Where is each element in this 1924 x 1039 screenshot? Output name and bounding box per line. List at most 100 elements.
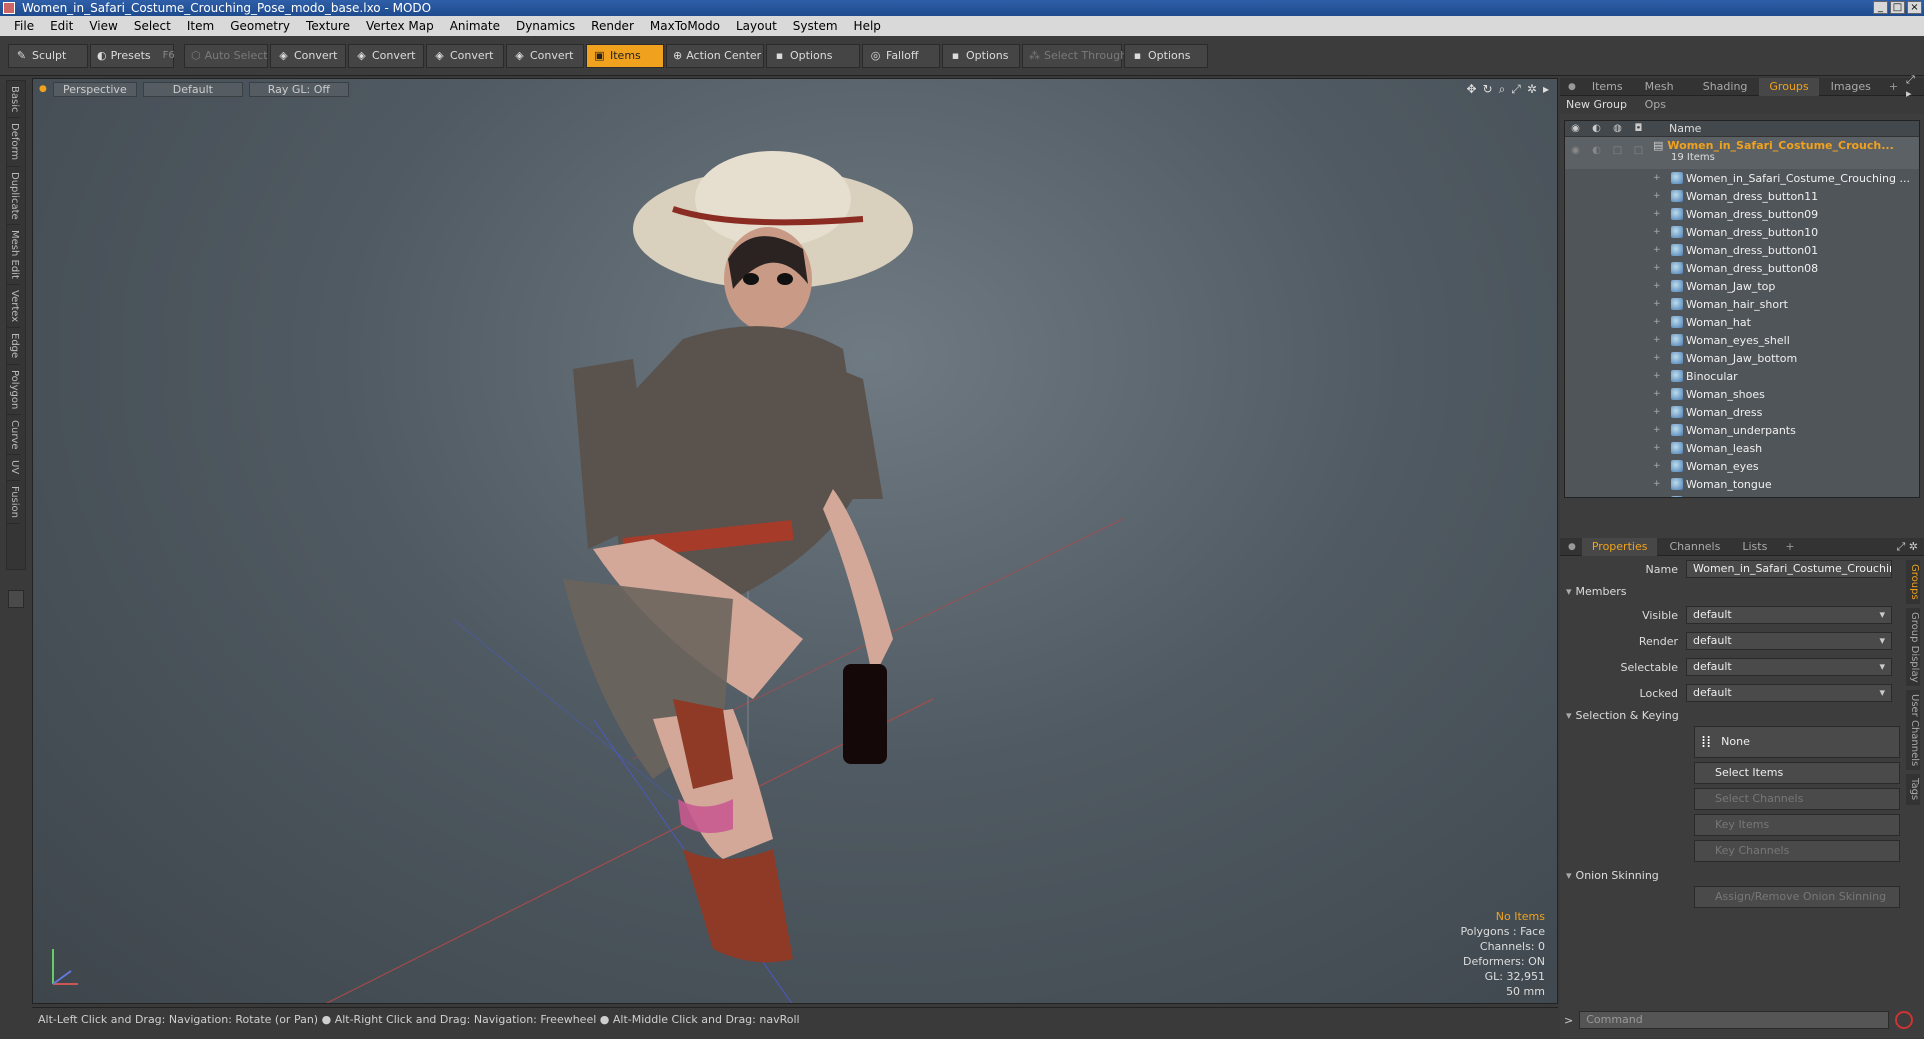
render-icon[interactable]: ◐ bbox=[1586, 123, 1607, 134]
tab-shading[interactable]: Shading bbox=[1693, 78, 1758, 96]
expand-arrow-icon[interactable]: + bbox=[1653, 299, 1671, 309]
panel-menu-icon[interactable]: ● bbox=[1564, 82, 1580, 92]
group-member-row[interactable]: + Woman_dress_button09 bbox=[1565, 205, 1919, 223]
group-member-row[interactable]: + Woman_dress_button08 bbox=[1565, 259, 1919, 277]
falloff-options-button[interactable]: ▪ Options bbox=[942, 43, 1020, 68]
viewport-menu-icon[interactable]: ● bbox=[39, 84, 47, 94]
menu-select[interactable]: Select bbox=[126, 19, 179, 33]
select-icon[interactable]: ◍ bbox=[1607, 123, 1628, 134]
expand-arrow-icon[interactable]: + bbox=[1653, 479, 1671, 489]
none-selection-button[interactable]: ⁞⁞ None bbox=[1694, 726, 1900, 758]
tab-fusion[interactable]: Fusion bbox=[7, 481, 20, 524]
expand-arrow-icon[interactable]: + bbox=[1653, 389, 1671, 399]
group-name-field[interactable]: Women_in_Safari_Costume_Crouching_F bbox=[1686, 560, 1892, 578]
minimize-button[interactable]: _ bbox=[1873, 1, 1888, 14]
onion-skinning-section[interactable]: ▾ Onion Skinning bbox=[1560, 866, 1900, 886]
expand-arrow-icon[interactable]: + bbox=[1653, 317, 1671, 327]
key-items-button[interactable]: Key Items bbox=[1694, 814, 1900, 836]
menu-item[interactable]: Item bbox=[179, 19, 222, 33]
tab-uv[interactable]: UV bbox=[7, 455, 20, 481]
close-button[interactable]: × bbox=[1907, 1, 1922, 14]
group-row[interactable]: ◉ ◐ □ □ ▤ Women_in_Safari_Costume_Crouch... … bbox=[1565, 137, 1919, 169]
view-type-button[interactable]: Perspective bbox=[52, 81, 137, 97]
members-section[interactable]: ▾ Members bbox=[1560, 582, 1900, 602]
select-items-button[interactable]: Select Items bbox=[1694, 762, 1900, 784]
maximize-viewport-icon[interactable]: ⤢ bbox=[1511, 82, 1521, 97]
tab-properties[interactable]: Properties bbox=[1581, 537, 1658, 556]
settings-gear-icon[interactable]: ✲ bbox=[1527, 82, 1537, 97]
menu-render[interactable]: Render bbox=[583, 19, 642, 33]
expand-arrow-icon[interactable]: + bbox=[1653, 191, 1671, 201]
group-member-row[interactable]: + Woman_Jaw_bottom bbox=[1565, 349, 1919, 367]
tab-items[interactable]: Items bbox=[1582, 78, 1633, 96]
group-member-row[interactable]: + Woman_dress bbox=[1565, 403, 1919, 421]
menu-texture[interactable]: Texture bbox=[298, 19, 358, 33]
group-member-row[interactable]: + Woman_hair_short bbox=[1565, 295, 1919, 313]
panel-expand-icon[interactable]: ⤢ ✲ bbox=[1896, 540, 1924, 554]
convert-button-2[interactable]: ◈ Convert bbox=[348, 43, 424, 68]
expand-arrow-icon[interactable]: + bbox=[1653, 497, 1671, 498]
expand-arrow-icon[interactable]: + bbox=[1653, 263, 1671, 273]
select-through-options-button[interactable]: ▪ Options bbox=[1124, 43, 1208, 68]
convert-button-3[interactable]: ◈ Convert bbox=[426, 43, 504, 68]
new-group-button[interactable]: New Group bbox=[1560, 96, 1924, 114]
expand-arrow-icon[interactable]: ▸ bbox=[1543, 82, 1549, 97]
menu-vertex-map[interactable]: Vertex Map bbox=[358, 19, 442, 33]
group-member-row[interactable]: + Woman_Jaw_top bbox=[1565, 277, 1919, 295]
panel-expand-icon[interactable]: ⤢ ▸ bbox=[1906, 73, 1924, 100]
expand-arrow-icon[interactable]: + bbox=[1653, 335, 1671, 345]
shading-mode-button[interactable]: Default bbox=[142, 81, 243, 97]
command-input[interactable]: Command bbox=[1579, 1011, 1890, 1029]
rotate-icon[interactable]: ↻ bbox=[1483, 82, 1493, 97]
visibility-eye-icon[interactable]: ◉ bbox=[1565, 123, 1586, 134]
select-toggle[interactable]: □ bbox=[1607, 145, 1628, 156]
tab-lists[interactable]: Lists bbox=[1732, 538, 1777, 556]
vtab-group-display[interactable]: Group Display bbox=[1906, 607, 1920, 687]
selection-keying-section[interactable]: ▾ Selection & Keying bbox=[1560, 706, 1900, 726]
select-channels-button[interactable]: Select Channels bbox=[1694, 788, 1900, 810]
menu-help[interactable]: Help bbox=[846, 19, 889, 33]
pan-icon[interactable]: ✥ bbox=[1466, 82, 1476, 97]
tab-duplicate[interactable]: Duplicate bbox=[7, 167, 20, 226]
panel-menu-icon[interactable]: ● bbox=[1564, 542, 1580, 552]
command-history-icon[interactable] bbox=[1895, 1011, 1914, 1029]
menu-animate[interactable]: Animate bbox=[442, 19, 508, 33]
convert-button-1[interactable]: ◈ Convert bbox=[270, 43, 346, 68]
group-member-row[interactable]: + Binocular bbox=[1565, 367, 1919, 385]
selectable-dropdown[interactable]: default bbox=[1686, 658, 1892, 676]
presets-button[interactable]: ◐ Presets F6 bbox=[90, 43, 175, 68]
menu-view[interactable]: View bbox=[81, 19, 125, 33]
group-member-row[interactable]: + Woman_eyes bbox=[1565, 457, 1919, 475]
menu-edit[interactable]: Edit bbox=[42, 19, 81, 33]
locked-dropdown[interactable]: default bbox=[1686, 684, 1892, 702]
tab-images[interactable]: Images bbox=[1821, 78, 1881, 96]
tab-vertex[interactable]: Vertex bbox=[7, 285, 20, 329]
action-center-options-button[interactable]: ▪ Options bbox=[766, 43, 860, 68]
key-channels-button[interactable]: Key Channels bbox=[1694, 840, 1900, 862]
expand-arrow-icon[interactable]: + bbox=[1653, 371, 1671, 381]
lock-toggle[interactable]: □ bbox=[1628, 145, 1649, 156]
expand-arrow-icon[interactable]: + bbox=[1653, 245, 1671, 255]
expand-arrow-icon[interactable]: + bbox=[1653, 353, 1671, 363]
group-member-row[interactable]: + Woman_leash bbox=[1565, 439, 1919, 457]
group-member-row[interactable]: + Women_in_Safari_Costume_Crouching ... bbox=[1565, 169, 1919, 187]
tab-deform[interactable]: Deform bbox=[7, 118, 20, 167]
render-icon[interactable]: ◐ bbox=[1586, 145, 1607, 156]
auto-select-button[interactable]: ⬡ Auto Select bbox=[184, 43, 268, 68]
group-member-row[interactable]: + Woman_shoes bbox=[1565, 385, 1919, 403]
expand-arrow-icon[interactable]: + bbox=[1653, 425, 1671, 435]
falloff-button[interactable]: ◎ Falloff bbox=[862, 43, 940, 68]
items-mode-button[interactable]: ▣ Items bbox=[586, 43, 664, 68]
group-member-row[interactable]: + Woman_dress_button01 bbox=[1565, 241, 1919, 259]
vtab-tags[interactable]: Tags bbox=[1906, 774, 1920, 805]
menu-maxtomodo[interactable]: MaxToModo bbox=[642, 19, 728, 33]
tab-edge[interactable]: Edge bbox=[7, 328, 20, 365]
group-member-row[interactable]: + Woman_dress_button10 bbox=[1565, 223, 1919, 241]
raygl-button[interactable]: Ray GL: Off bbox=[248, 81, 349, 97]
tab-curve[interactable]: Curve bbox=[7, 415, 20, 456]
add-tab-icon[interactable]: + bbox=[1883, 80, 1904, 93]
assign-onion-button[interactable]: Assign/Remove Onion Skinning bbox=[1694, 886, 1900, 908]
expand-arrow-icon[interactable]: + bbox=[1653, 461, 1671, 471]
lock-icon[interactable]: ◘ bbox=[1628, 123, 1649, 134]
tab-mesh-edit[interactable]: Mesh Edit bbox=[7, 225, 20, 286]
